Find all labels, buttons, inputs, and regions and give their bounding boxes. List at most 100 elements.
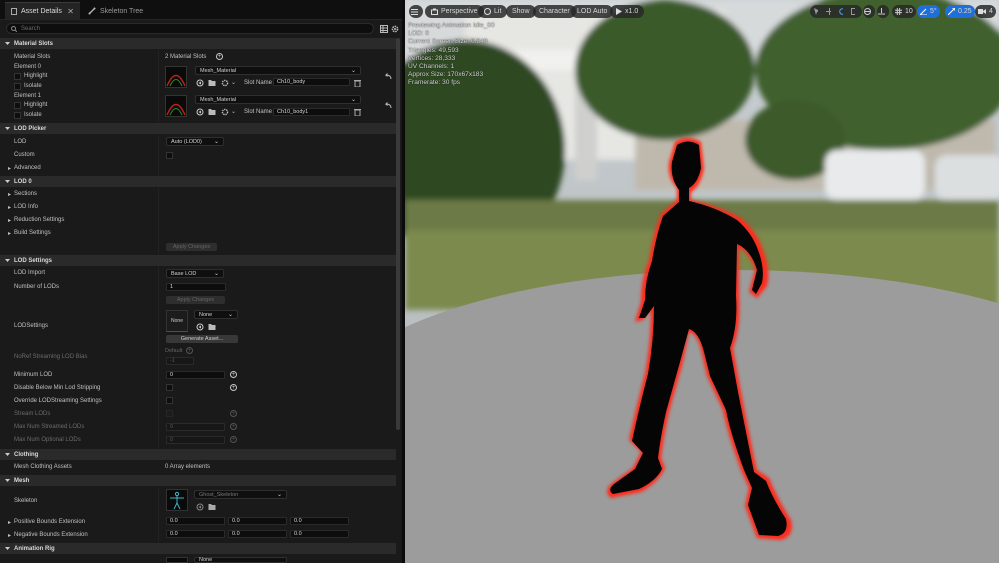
lit-button[interactable]: Lit [478, 5, 508, 18]
scrollbar[interactable] [396, 38, 400, 430]
browse-icon[interactable] [196, 503, 204, 511]
section-title: LOD 0 [14, 178, 32, 185]
camera-speed-button[interactable]: 4 [975, 5, 996, 18]
apply-changes-button[interactable]: Apply Changes [166, 243, 217, 251]
section-lod-settings[interactable]: LOD Settings [0, 255, 396, 266]
isolate-label: Isolate [24, 83, 42, 89]
chevron-right-icon: ▸ [8, 192, 12, 198]
tab-asset-details[interactable]: Asset Details ✕ [5, 2, 80, 20]
neg-bounds-z-input[interactable]: 0.0 [290, 530, 349, 538]
highlight-checkbox[interactable] [14, 73, 21, 80]
skeleton-combo[interactable]: Ghost_Skeleton ⌄ [194, 490, 287, 499]
tab-skeleton-tree[interactable]: Skeleton Tree [82, 2, 162, 20]
trash-icon[interactable] [354, 79, 362, 88]
pos-bounds-z-input[interactable]: 0.0 [290, 517, 349, 525]
grid-snap-button[interactable]: 10 [892, 5, 916, 18]
pos-bounds-x-input[interactable]: 0.0 [166, 517, 225, 525]
material-thumbnail[interactable] [165, 66, 187, 88]
tab-label: Skeleton Tree [100, 7, 144, 15]
anim-rig-thumbnail[interactable] [166, 557, 188, 563]
neg-bounds-y-input[interactable]: 0.0 [228, 530, 287, 538]
section-material-slots[interactable]: Material Slots [0, 38, 396, 49]
browse-icon[interactable] [196, 323, 204, 331]
browse-icon[interactable] [196, 108, 204, 116]
stat-line: Vertices: 28,333 [408, 54, 456, 62]
min-lod-input[interactable]: 0 [166, 371, 225, 379]
chevron-right-icon: ▸ [8, 231, 12, 237]
material-combo[interactable]: Mesh_Material ⌄ [195, 95, 361, 104]
search-input[interactable]: Search [6, 23, 374, 34]
slot-name-input[interactable]: Ch10_body [273, 78, 350, 86]
highlight-checkbox[interactable] [14, 102, 21, 109]
close-icon[interactable]: ✕ [67, 7, 74, 16]
settings-icon[interactable] [221, 79, 229, 87]
settings-icon[interactable] [221, 108, 229, 116]
section-animation-rig[interactable]: Animation Rig [0, 543, 396, 554]
folder-icon[interactable] [208, 108, 216, 116]
add-material-slot-icon[interactable]: + [216, 53, 223, 60]
lod-import-combo[interactable]: Base LOD ⌄ [166, 269, 224, 278]
viewport[interactable]: Perspective Lit Show Character LOD Auto … [405, 0, 999, 563]
table-view-icon[interactable] [379, 24, 389, 34]
rotate-icon[interactable] [838, 8, 843, 15]
neg-bounds-x-input[interactable]: 0.0 [166, 530, 225, 538]
viewport-menu-button[interactable] [409, 5, 423, 18]
add-icon[interactable]: + [230, 371, 237, 378]
browse-icon[interactable] [196, 79, 204, 87]
section-lod0[interactable]: LOD 0 [0, 176, 396, 187]
folder-icon[interactable] [208, 503, 216, 511]
element-label: Element 1 [14, 93, 42, 99]
add-icon[interactable]: + [230, 384, 237, 391]
sphere-icon [484, 8, 491, 15]
chevron-right-icon: ▸ [8, 520, 12, 526]
select-arrow-icon[interactable] [814, 8, 819, 15]
skeleton-thumbnail[interactable] [166, 489, 188, 511]
max-streamed-input: 0 [166, 423, 225, 431]
reset-arrow-icon[interactable] [384, 102, 392, 110]
generate-asset-button[interactable]: Generate Asset... [166, 335, 238, 343]
play-speed-button[interactable]: x1.0 [610, 5, 645, 18]
world-icon[interactable] [863, 5, 875, 18]
angle-snap-button[interactable]: 5° [917, 5, 940, 18]
button-label: Generate Asset... [180, 336, 224, 342]
custom-checkbox[interactable] [166, 152, 173, 159]
lodsettings-combo[interactable]: None ⌄ [194, 310, 238, 319]
perspective-button[interactable]: Perspective [425, 5, 484, 18]
apply-changes-button[interactable]: Apply Changes [166, 296, 225, 304]
material-thumbnail[interactable] [165, 95, 187, 117]
button-label: Apply Changes [172, 244, 211, 250]
move-icon[interactable] [826, 8, 831, 15]
scale-snap-button[interactable]: 0.25 [945, 5, 975, 18]
section-lod-picker[interactable]: LOD Picker [0, 123, 396, 134]
isolate-checkbox[interactable] [14, 112, 21, 119]
character-button[interactable]: Character [533, 5, 576, 18]
chevron-down-icon[interactable]: ⌄ [231, 79, 236, 86]
section-clothing[interactable]: Clothing [0, 449, 396, 460]
lod-combo[interactable]: Auto (LOD0) ⌄ [166, 137, 224, 146]
num-lods-input[interactable]: 1 [166, 283, 226, 291]
folder-icon[interactable] [208, 79, 216, 87]
anim-rig-combo[interactable]: None [194, 557, 287, 563]
lod-auto-button[interactable]: LOD Auto [571, 5, 614, 18]
show-button[interactable]: Show [506, 5, 536, 18]
scale-icon[interactable] [850, 8, 855, 15]
reset-arrow-icon[interactable] [384, 73, 392, 81]
override-checkbox[interactable] [166, 397, 173, 404]
folder-icon[interactable] [208, 323, 216, 331]
material-combo[interactable]: Mesh_Material ⌄ [195, 66, 361, 75]
isolate-checkbox[interactable] [14, 83, 21, 90]
gear-icon[interactable] [390, 24, 400, 34]
details-panel: Asset Details ✕ Skeleton Tree Search Mat… [0, 0, 404, 563]
pos-bounds-y-input[interactable]: 0.0 [228, 517, 287, 525]
lod-import-label: LOD Import [14, 270, 46, 276]
section-mesh[interactable]: Mesh [0, 475, 396, 486]
chevron-down-icon[interactable]: ⌄ [231, 108, 236, 115]
trash-icon[interactable] [354, 108, 362, 117]
surface-snap-icon[interactable] [877, 5, 889, 18]
disable-below-checkbox[interactable] [166, 384, 173, 391]
search-row: Search [0, 20, 402, 36]
lodsettings-thumbnail[interactable]: None [166, 310, 188, 332]
chevron-down-icon [5, 127, 10, 130]
add-icon[interactable]: + [186, 347, 193, 354]
slot-name-input[interactable]: Ch10_body1 [273, 108, 350, 116]
